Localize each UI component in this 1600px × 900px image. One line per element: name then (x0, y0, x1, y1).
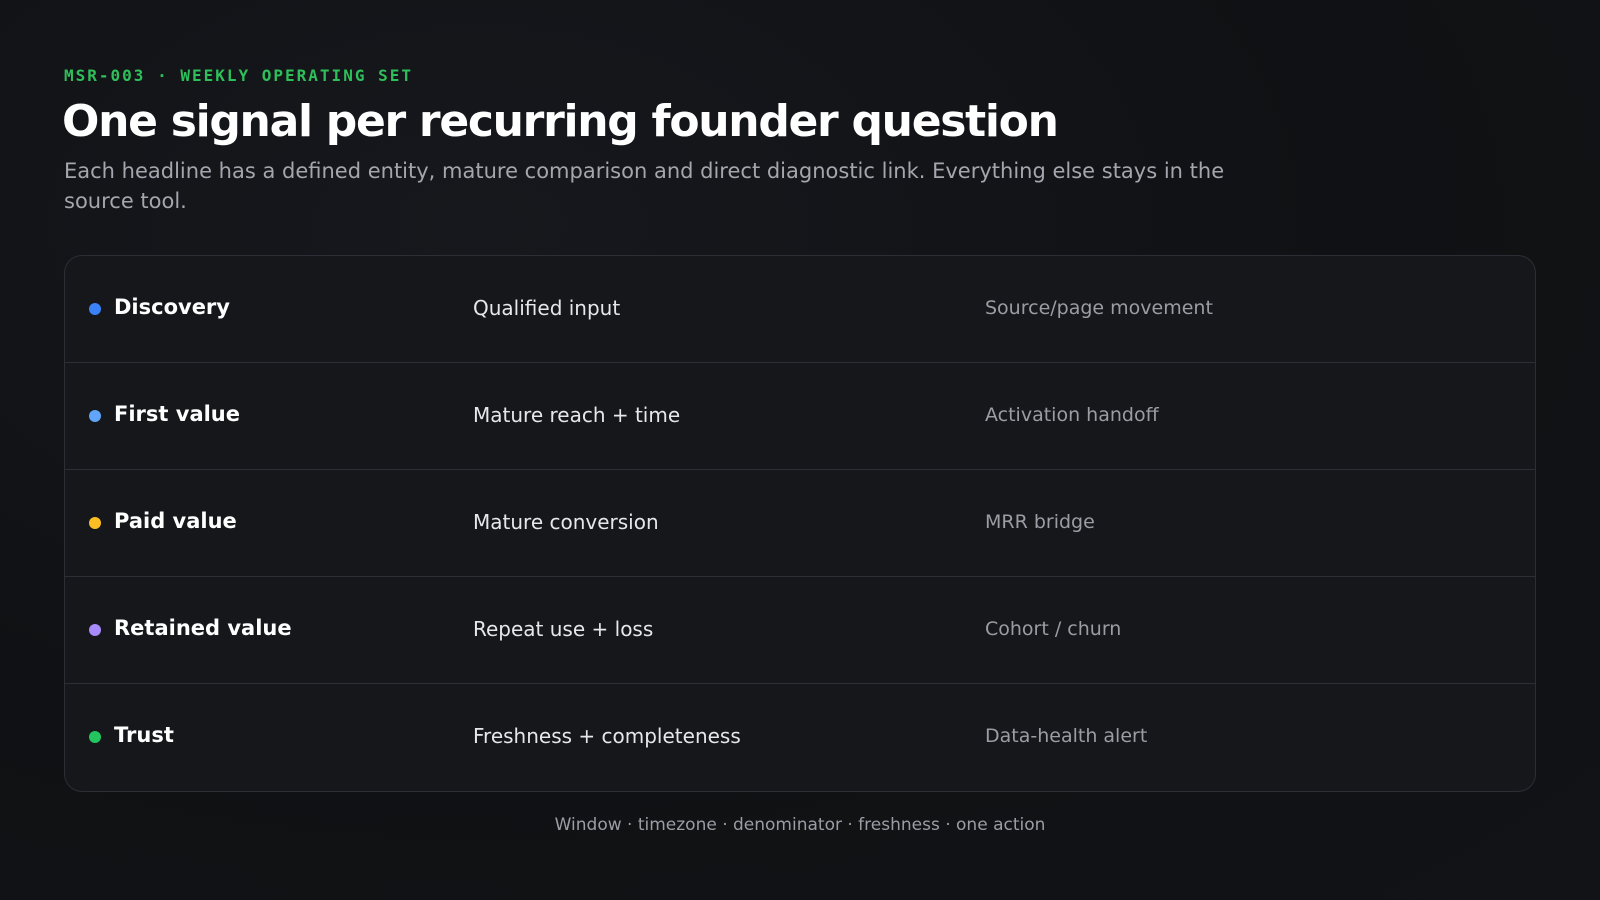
table-row-first-value: First value Mature reach + time Activati… (65, 363, 1535, 470)
table-row-trust: Trust Freshness + completeness Data-heal… (65, 684, 1535, 789)
row-diagnostic: Cohort / churn (985, 618, 1122, 640)
footer-note: Window · timezone · denominator · freshn… (554, 815, 1046, 835)
row-name: Trust (114, 723, 174, 747)
row-name: First value (114, 402, 240, 426)
row-name: Discovery (114, 295, 230, 319)
status-dot-icon (89, 731, 101, 743)
signal-table: Discovery Qualified input Source/page mo… (64, 255, 1536, 792)
row-signal: Qualified input (473, 296, 621, 320)
status-dot-icon (89, 517, 101, 529)
table-row-discovery: Discovery Qualified input Source/page mo… (65, 256, 1535, 363)
row-name: Paid value (114, 509, 237, 533)
row-signal: Mature conversion (473, 510, 659, 534)
row-diagnostic: Activation handoff (985, 404, 1159, 426)
row-signal: Repeat use + loss (473, 617, 654, 641)
table-row-paid-value: Paid value Mature conversion MRR bridge (65, 470, 1535, 577)
page-subtitle: Each headline has a defined entity, matu… (64, 159, 1225, 213)
row-diagnostic: Source/page movement (985, 297, 1213, 319)
row-signal: Freshness + completeness (473, 724, 741, 748)
eyebrow-label: MSR-003 · WEEKLY OPERATING SET (64, 66, 413, 85)
status-dot-icon (89, 303, 101, 315)
row-signal: Mature reach + time (473, 403, 681, 427)
status-dot-icon (89, 624, 101, 636)
page-title: One signal per recurring founder questio… (62, 96, 1059, 147)
row-diagnostic: Data-health alert (985, 725, 1148, 747)
row-name: Retained value (114, 616, 292, 640)
status-dot-icon (89, 410, 101, 422)
row-diagnostic: MRR bridge (985, 511, 1095, 533)
table-row-retained-value: Retained value Repeat use + loss Cohort … (65, 577, 1535, 684)
